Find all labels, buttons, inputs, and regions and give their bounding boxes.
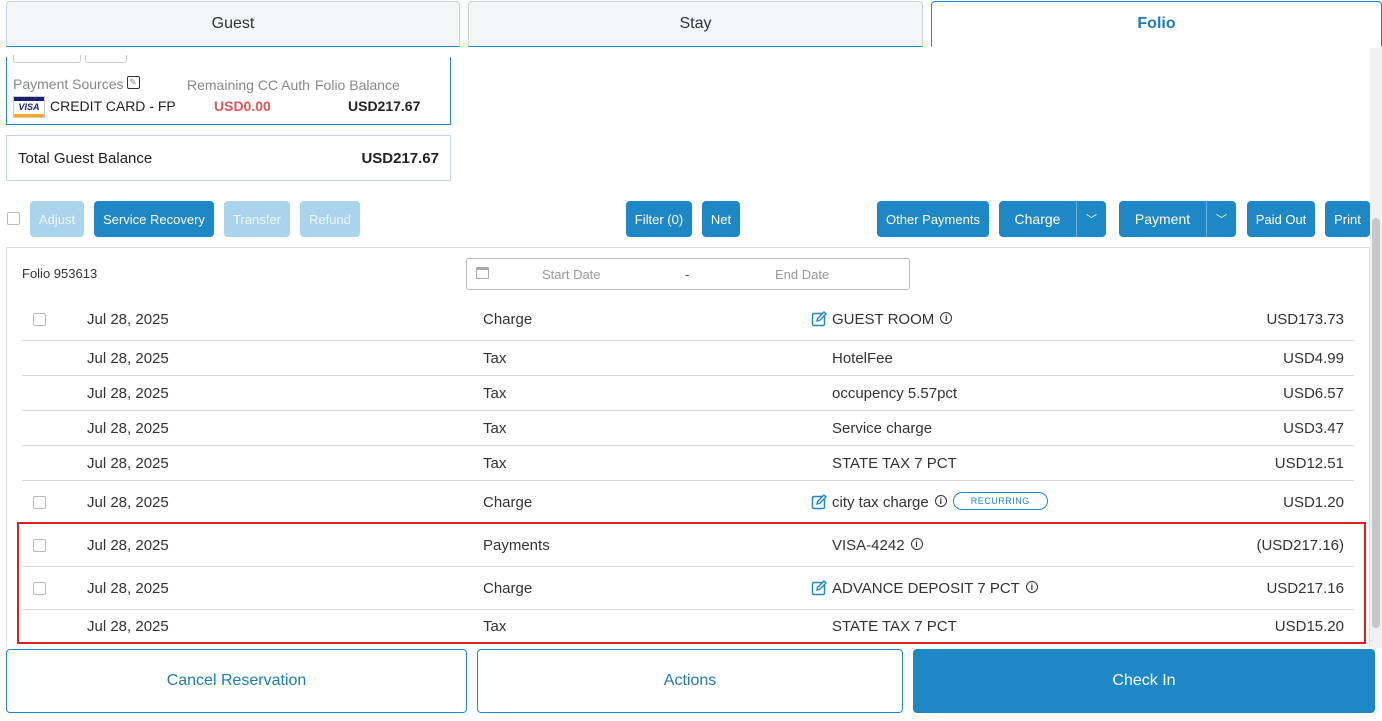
table-row: Jul 28, 2025 Tax HotelFee USD4.99 — [22, 341, 1354, 376]
highlight-box — [17, 522, 1366, 644]
row-date: Jul 28, 2025 — [87, 350, 169, 367]
row-description-text: GUEST ROOM — [832, 311, 935, 328]
row-type: Tax — [483, 385, 507, 402]
row-description-text: city tax charge — [832, 494, 929, 511]
payment-sources-card: Payment Sources ✎ VISA CREDIT CARD - FP R… — [6, 55, 451, 125]
table-row: Jul 28, 2025 Charge city tax charge i RECURR… — [22, 481, 1354, 524]
folio-title: Folio 953613 — [22, 266, 98, 281]
card-name: CREDIT CARD - FP — [50, 98, 176, 114]
chevron-down-icon[interactable]: ﹀ — [1206, 201, 1236, 237]
row-description-text: Service charge — [832, 420, 933, 437]
row-checkbox[interactable] — [33, 313, 46, 326]
info-icon[interactable]: i — [940, 312, 953, 325]
info-icon[interactable]: i — [934, 495, 947, 508]
end-date-input[interactable]: End Date — [775, 267, 829, 282]
scrollbar-thumb[interactable] — [1372, 218, 1380, 628]
row-description: GUEST ROOM i — [832, 311, 953, 328]
service-recovery-button[interactable]: Service Recovery — [94, 201, 214, 237]
row-description: HotelFee — [832, 350, 893, 367]
row-description-text: occupency 5.57pct — [832, 385, 958, 402]
edit-icon[interactable] — [811, 311, 827, 327]
row-checkbox[interactable] — [33, 496, 46, 509]
paid-out-button[interactable]: Paid Out — [1247, 201, 1315, 237]
remaining-cc-auth-value: USD0.00 — [214, 98, 271, 114]
row-description: STATE TAX 7 PCT — [832, 455, 957, 472]
hidden-button[interactable] — [85, 55, 127, 63]
row-amount: USD173.73 — [1266, 311, 1344, 328]
total-guest-balance-label: Total Guest Balance — [18, 149, 153, 167]
remaining-cc-auth-label: Remaining CC Auth — [187, 77, 310, 93]
row-description-text: STATE TAX 7 PCT — [832, 455, 957, 472]
cancel-reservation-button[interactable]: Cancel Reservation — [6, 649, 467, 713]
select-all-checkbox[interactable] — [7, 212, 20, 225]
filter-button[interactable]: Filter (0) — [626, 201, 692, 237]
row-description-text: HotelFee — [832, 350, 893, 367]
edit-icon[interactable] — [811, 494, 827, 510]
table-row: Jul 28, 2025 Tax STATE TAX 7 PCT USD12.51 — [22, 446, 1354, 481]
adjust-button[interactable]: Adjust — [30, 201, 84, 237]
row-type: Tax — [483, 420, 507, 437]
print-button[interactable]: Print — [1325, 201, 1370, 237]
recurring-badge: RECURRING — [952, 492, 1048, 511]
visa-card-icon: VISA — [13, 96, 45, 118]
row-date: Jul 28, 2025 — [87, 311, 169, 328]
row-description: city tax charge i RECURRING — [832, 492, 1048, 512]
chevron-down-icon[interactable]: ﹀ — [1076, 201, 1106, 237]
net-button[interactable]: Net — [702, 201, 740, 237]
tab-stay[interactable]: Stay — [468, 1, 923, 47]
row-description: Service charge — [832, 420, 932, 437]
total-guest-balance-value: USD217.67 — [361, 149, 439, 167]
table-row: Jul 28, 2025 Charge GUEST ROOM i USD173.73 — [22, 298, 1354, 341]
tab-label: Folio — [1137, 15, 1176, 32]
tab-label: Stay — [679, 15, 712, 32]
payment-button[interactable]: Payment — [1119, 211, 1206, 227]
row-date: Jul 28, 2025 — [87, 385, 169, 402]
start-date-input[interactable]: Start Date — [542, 267, 601, 282]
row-date: Jul 28, 2025 — [87, 455, 169, 472]
payment-split-button[interactable]: Payment ﹀ — [1119, 201, 1236, 237]
row-amount: USD1.20 — [1283, 494, 1344, 511]
row-type: Tax — [483, 350, 507, 367]
row-amount: USD12.51 — [1274, 455, 1344, 472]
date-range-picker[interactable]: Start Date - End Date — [466, 258, 910, 290]
actions-button[interactable]: Actions — [477, 649, 903, 713]
payment-sources-label: Payment Sources ✎ — [13, 76, 140, 92]
folio-balance-label: Folio Balance — [315, 77, 400, 93]
table-row: Jul 28, 2025 Tax occupency 5.57pct USD6.57 — [22, 376, 1354, 411]
total-guest-balance: Total Guest Balance USD217.67 — [6, 135, 451, 181]
row-amount: USD4.99 — [1283, 350, 1344, 367]
row-type: Tax — [483, 455, 507, 472]
edit-icon[interactable]: ✎ — [126, 76, 140, 89]
row-amount: USD3.47 — [1283, 420, 1344, 437]
scrollbar-track[interactable] — [1370, 48, 1382, 648]
date-range-separator: - — [685, 267, 690, 282]
row-date: Jul 28, 2025 — [87, 494, 169, 511]
tab-guest[interactable]: Guest — [6, 1, 460, 47]
row-type: Charge — [483, 311, 533, 328]
check-in-button[interactable]: Check In — [913, 649, 1375, 713]
refund-button[interactable]: Refund — [300, 201, 360, 237]
table-row: Jul 28, 2025 Tax Service charge USD3.47 — [22, 411, 1354, 446]
transfer-button[interactable]: Transfer — [224, 201, 290, 237]
hidden-button[interactable] — [13, 55, 81, 63]
calendar-icon — [476, 267, 489, 279]
other-payments-button[interactable]: Other Payments — [877, 201, 989, 237]
row-type: Charge — [483, 494, 533, 511]
folio-balance-value: USD217.67 — [348, 98, 421, 114]
tab-label: Guest — [211, 15, 255, 32]
charge-button[interactable]: Charge — [999, 211, 1076, 227]
row-description: occupency 5.57pct — [832, 385, 957, 402]
row-date: Jul 28, 2025 — [87, 420, 169, 437]
charge-split-button[interactable]: Charge ﹀ — [999, 201, 1106, 237]
tab-folio[interactable]: Folio — [931, 1, 1382, 47]
row-amount: USD6.57 — [1283, 385, 1344, 402]
